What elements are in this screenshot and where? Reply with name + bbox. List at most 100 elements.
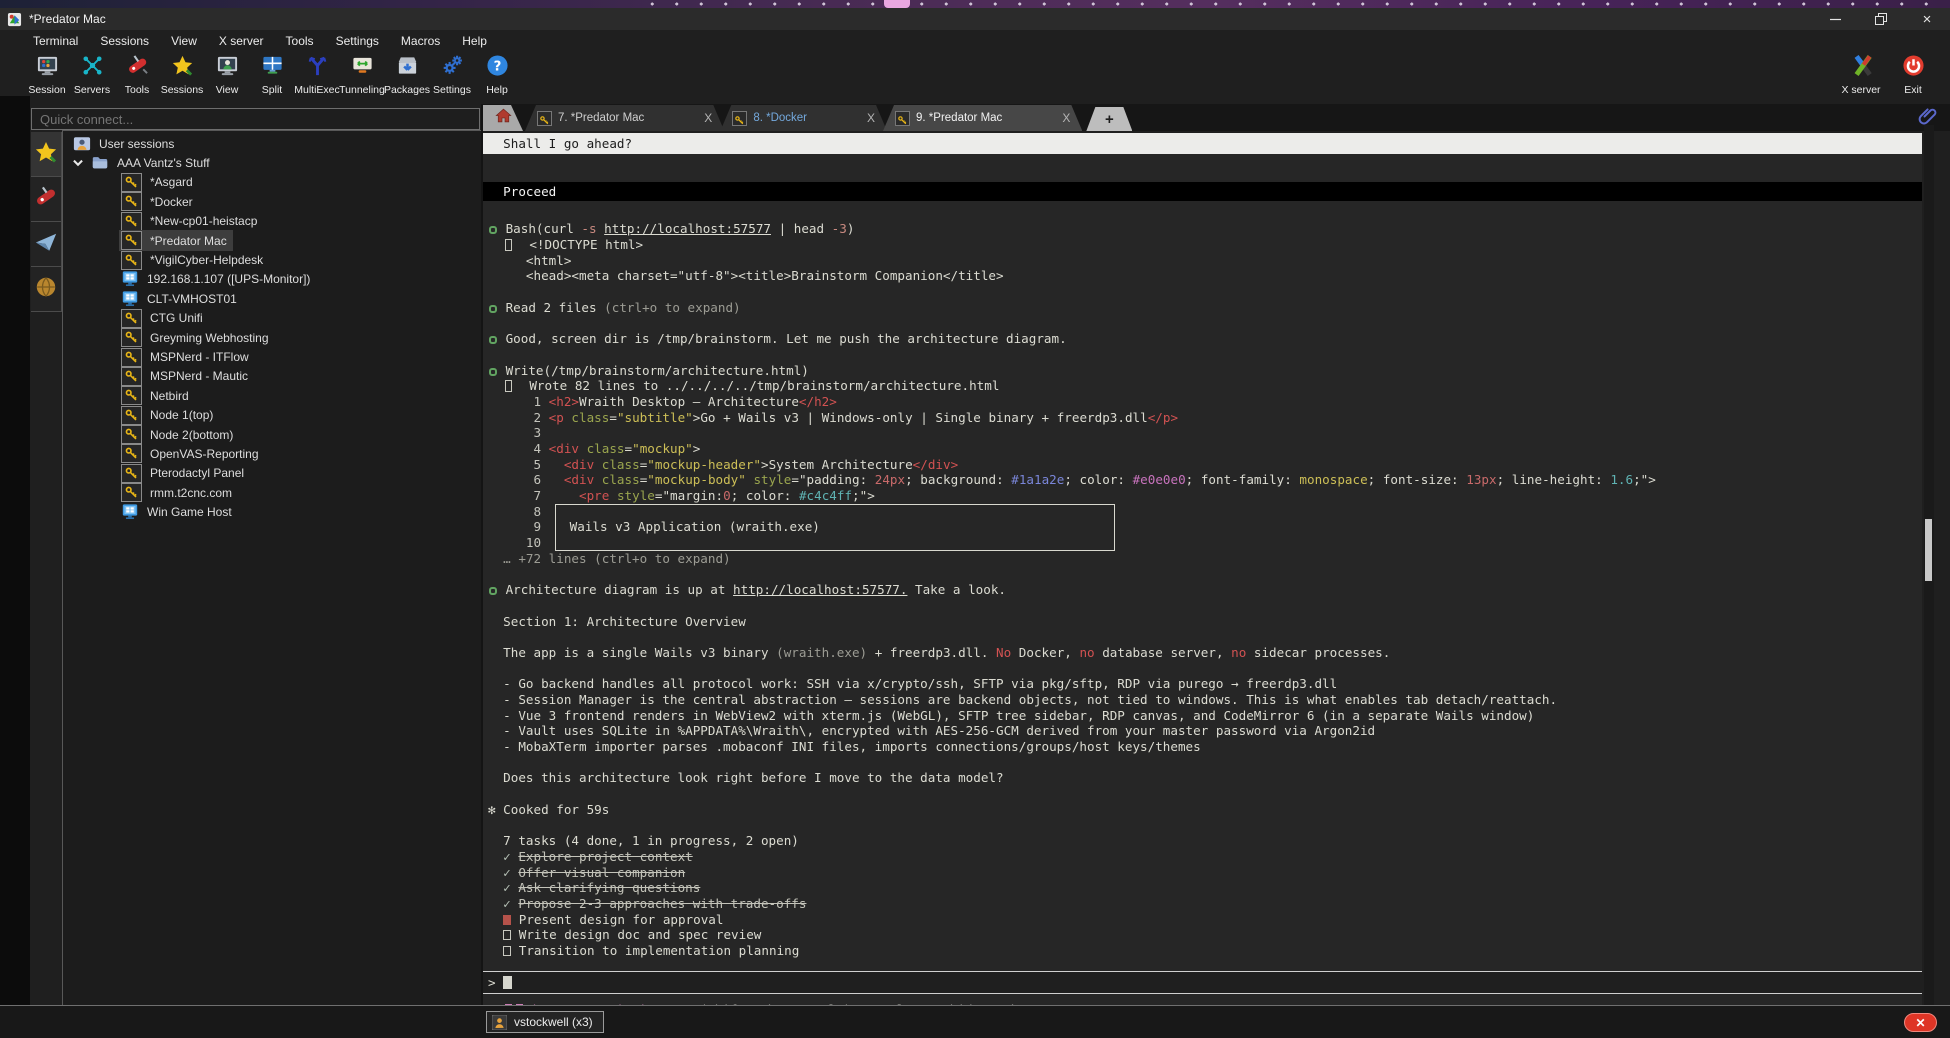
key-icon [121, 348, 142, 367]
tab-new-button[interactable]: + [1086, 107, 1132, 131]
toolbar-session-button[interactable]: Session [24, 54, 70, 96]
attachments-paperclip-icon[interactable] [1918, 105, 1938, 125]
settings-icon [441, 54, 464, 82]
user-session-label: vstockwell (x3) [514, 1015, 593, 1029]
key-icon [895, 111, 910, 126]
menu-help[interactable]: Help [451, 34, 498, 48]
titlebar: *Predator Mac × [0, 8, 1950, 30]
menu-terminal[interactable]: Terminal [22, 34, 89, 48]
toolbar-help-button[interactable]: ?Help [474, 54, 520, 96]
assistant-bullet-icon [489, 305, 497, 313]
session-item--asgard[interactable]: *Asgard [63, 173, 481, 192]
rail-swiss-knife-tools[interactable] [31, 177, 62, 222]
toolbar-settings-button[interactable]: Settings [429, 54, 475, 96]
chevron-down-icon[interactable] [71, 156, 85, 170]
toolbar-view-button[interactable]: View [204, 54, 250, 96]
toolbar-sessions-button[interactable]: Sessions [159, 54, 205, 96]
scrollbar-thumb[interactable] [1925, 519, 1932, 581]
tab-7-predator-mac[interactable]: 7. *Predator MacX [525, 105, 724, 131]
terminal-link[interactable]: http://localhost:57577 [604, 221, 771, 236]
menu-settings[interactable]: Settings [325, 34, 390, 48]
key-icon [121, 173, 142, 192]
tools-icon [126, 54, 149, 82]
toolbar-tunneling-button[interactable]: Tunneling [339, 54, 385, 96]
session-item--new-cp01-heistacp[interactable]: *New-cp01-heistacp [63, 212, 481, 231]
key-icon [732, 111, 747, 126]
session-item-mspnerd-itflow[interactable]: MSPNerd - ITFlow [63, 347, 481, 366]
key-icon [121, 464, 142, 483]
mobaxterm-window: *Predator Mac × TerminalSessionsViewX se… [0, 8, 1950, 1038]
key-icon [121, 406, 142, 425]
status-close-button[interactable]: ✕ [1904, 1013, 1937, 1032]
assistant-bullet-icon [489, 368, 497, 376]
session-item--vigilcyber-helpdesk[interactable]: *VigilCyber-Helpdesk [63, 250, 481, 269]
session-item-greyming-webhosting[interactable]: Greyming Webhosting [63, 328, 481, 347]
tab-home[interactable] [483, 105, 523, 131]
toolbar-multiexec-button[interactable]: MultiExec [294, 54, 340, 96]
menu-macros[interactable]: Macros [390, 34, 451, 48]
rdp-icon [121, 290, 139, 308]
session-item-pterodactyl-panel[interactable]: Pterodactyl Panel [63, 464, 481, 483]
tab-bar: 7. *Predator MacX8. *DockerX9. *Predator… [483, 104, 1950, 131]
session-item-aaa-vantz-s-stuff[interactable]: AAA Vantz's Stuff [63, 153, 481, 172]
quick-connect-input[interactable] [31, 108, 480, 130]
user-session-button[interactable]: vstockwell (x3) [486, 1011, 604, 1033]
user-icon [73, 135, 91, 153]
star-favorites-icon [34, 140, 58, 169]
session-item-192-168-1-107-ups-monitor-[interactable]: 192.168.1.107 ([UPS-Monitor]) [63, 270, 481, 289]
menu-tools[interactable]: Tools [275, 34, 325, 48]
session-item--docker[interactable]: *Docker [63, 192, 481, 211]
terminal-scrollbar[interactable] [1924, 125, 1934, 1005]
close-button[interactable]: × [1904, 8, 1950, 30]
key-icon [121, 425, 142, 444]
session-item-netbird[interactable]: Netbird [63, 386, 481, 405]
toolbar-packages-button[interactable]: Packages [384, 54, 430, 96]
toolbar-split-button[interactable]: Split [249, 54, 295, 96]
toolbar-exit-button[interactable]: Exit [1890, 54, 1936, 96]
menu-view[interactable]: View [160, 34, 208, 48]
menu-sessions[interactable]: Sessions [89, 34, 160, 48]
session-item-win-game-host[interactable]: Win Game Host [63, 502, 481, 521]
help-icon: ? [486, 54, 509, 82]
window-title: *Predator Mac [29, 12, 106, 26]
restore-button[interactable] [1858, 8, 1904, 30]
key-icon [121, 444, 142, 463]
key-icon [121, 367, 142, 386]
cursor [503, 976, 512, 989]
session-item-user-sessions[interactable]: User sessions [63, 134, 481, 153]
terminal-link[interactable]: http://localhost:57577. [733, 582, 907, 597]
key-icon [121, 328, 142, 347]
desktop-strip-highlight [884, 0, 910, 8]
status-bar: vstockwell (x3) ✕ [0, 1005, 1950, 1038]
session-item-openvas-reporting[interactable]: OpenVAS-Reporting [63, 444, 481, 463]
tab-9-predator-mac[interactable]: 9. *Predator MacX [883, 105, 1082, 131]
session-item-clt-vmhost01[interactable]: CLT-VMHOST01 [63, 289, 481, 308]
tab-8-docker[interactable]: 8. *DockerX [720, 105, 887, 131]
sidebar-rail [31, 132, 62, 312]
key-icon [121, 309, 142, 328]
session-item-ctg-unifi[interactable]: CTG Unifi [63, 309, 481, 328]
rail-paper-plane[interactable] [31, 222, 62, 267]
session-item-mspnerd-mautic[interactable]: MSPNerd - Mautic [63, 367, 481, 386]
assistant-bullet-icon [489, 336, 497, 344]
toolbar-x-server-button[interactable]: X server [1838, 54, 1884, 96]
terminal-output[interactable]: Shall I go ahead? Proceed Bash(curl -s h… [483, 133, 1922, 1005]
swiss-knife-tools-icon [34, 185, 58, 214]
toolbar-tools-button[interactable]: Tools [114, 54, 160, 96]
menu-x-server[interactable]: X server [208, 34, 275, 48]
split-icon [261, 54, 284, 82]
terminal-prompt[interactable]: > [483, 971, 1922, 995]
rdp-icon [121, 503, 139, 521]
minimize-button[interactable] [1812, 8, 1858, 30]
tab-close-icon[interactable]: X [1062, 111, 1070, 125]
rail-star-favorites[interactable] [31, 132, 62, 177]
session-item-node-1-top-[interactable]: Node 1(top) [63, 405, 481, 424]
toolbar-servers-button[interactable]: Servers [69, 54, 115, 96]
tab-close-icon[interactable]: X [704, 111, 712, 125]
app-logo-icon [7, 12, 22, 27]
session-item--predator-mac[interactable]: *Predator Mac [63, 231, 481, 250]
rail-globe[interactable] [31, 267, 62, 312]
session-item-node-2-bottom-[interactable]: Node 2(bottom) [63, 425, 481, 444]
tab-close-icon[interactable]: X [867, 111, 875, 125]
session-item-rmm-t2cnc-com[interactable]: rmm.t2cnc.com [63, 483, 481, 502]
